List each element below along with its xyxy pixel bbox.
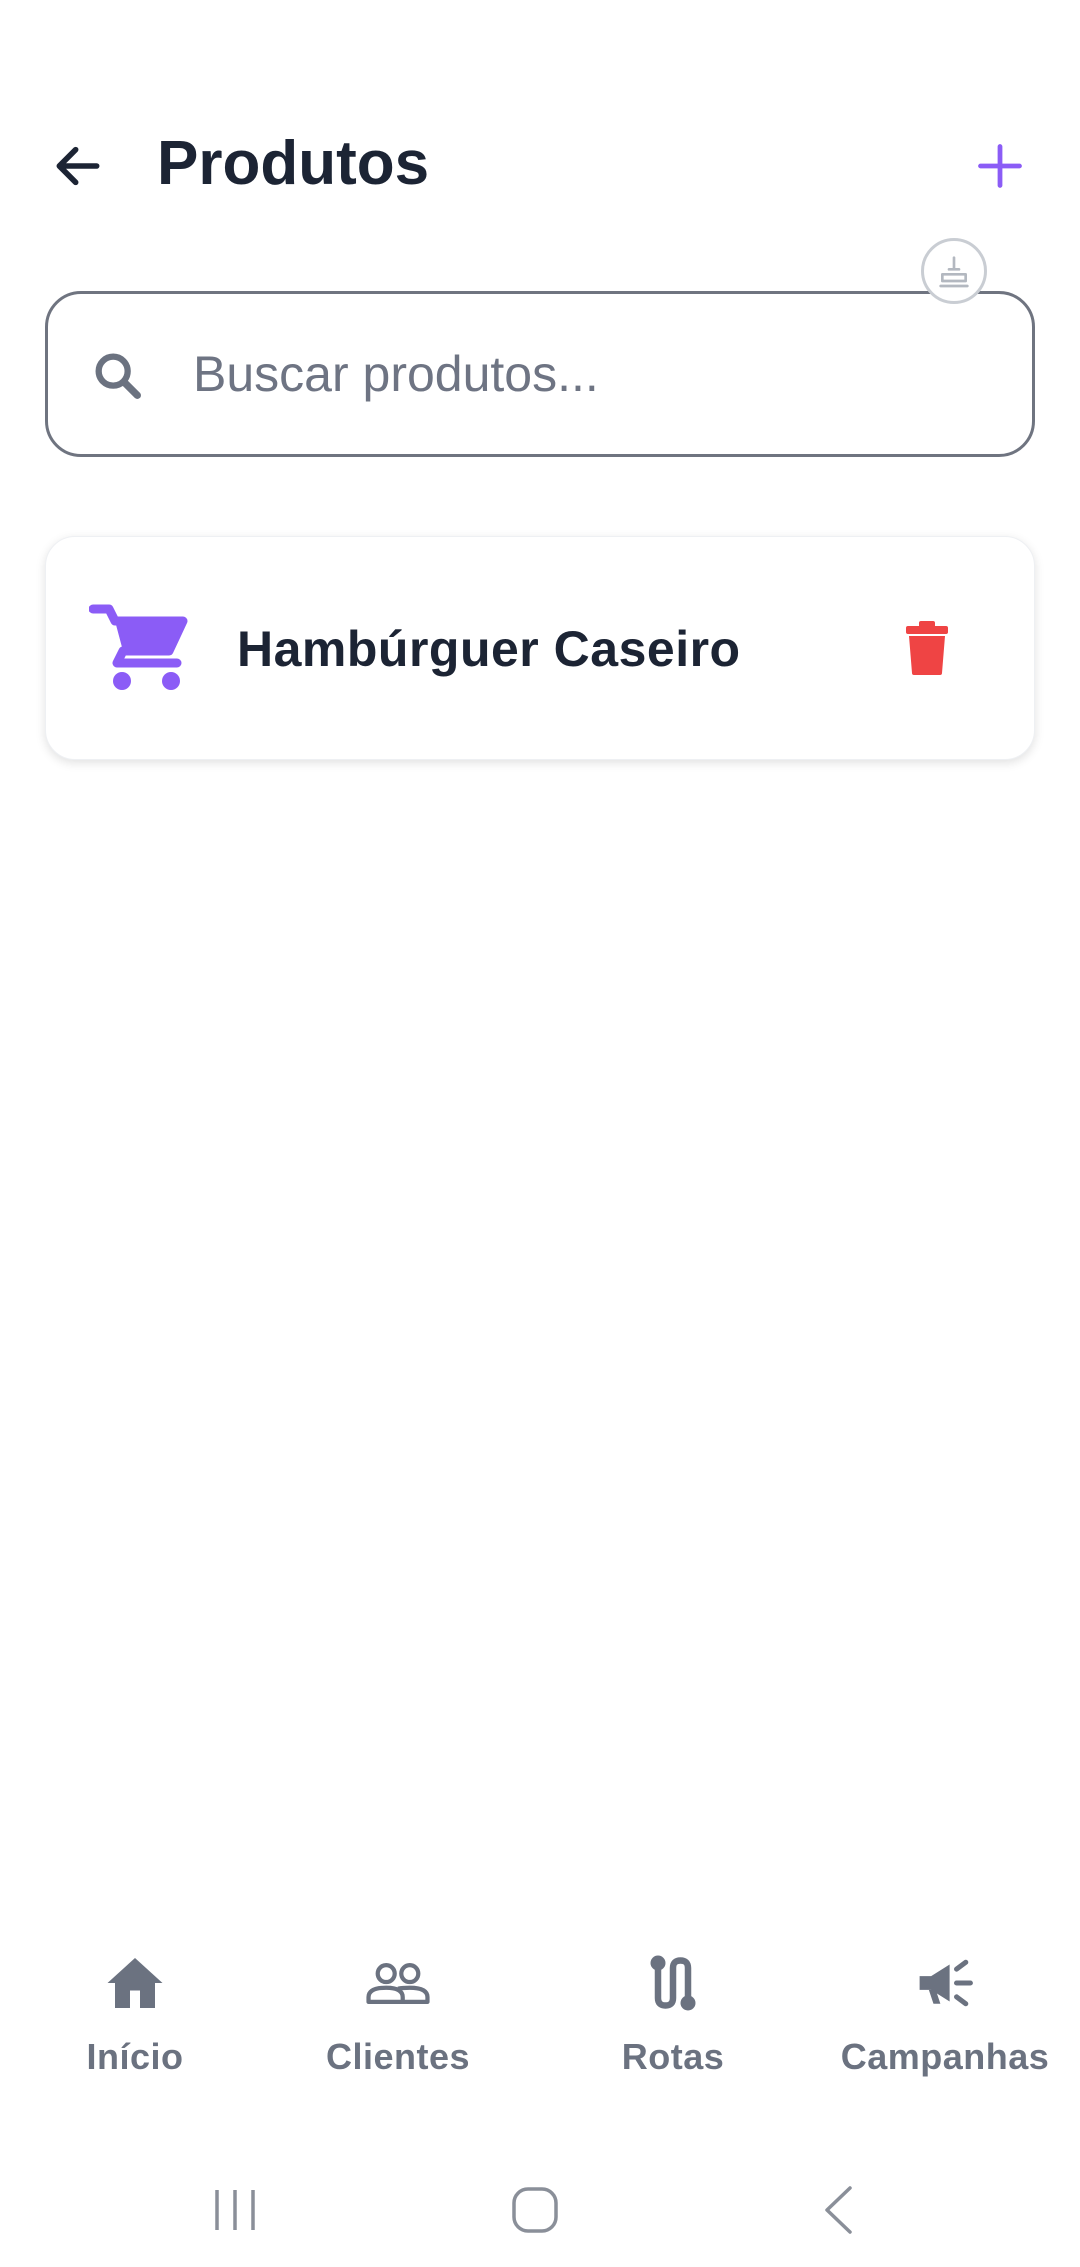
nav-item-campanhas[interactable]: Campanhas — [810, 1920, 1080, 2080]
nav-label-campanhas: Campanhas — [840, 2036, 1050, 2077]
home-system-button[interactable] — [490, 2170, 580, 2250]
search-input[interactable] — [193, 324, 993, 424]
megaphone-icon — [919, 1959, 973, 2007]
product-name: Hambúrguer Caseiro — [237, 621, 741, 677]
page-title: Produtos — [157, 129, 430, 198]
stamp-icon — [939, 256, 969, 288]
cart-icon — [88, 597, 189, 697]
add-product-button[interactable] — [964, 130, 1036, 202]
back-button[interactable] — [42, 130, 114, 202]
home-circle-icon — [512, 2187, 558, 2233]
arrow-left-icon — [56, 146, 100, 186]
back-chevron-icon — [825, 2186, 852, 2234]
product-card[interactable]: Hambúrguer Caseiro — [45, 536, 1035, 760]
system-navigation-bar — [0, 2160, 1080, 2267]
search-box[interactable] — [45, 291, 1035, 457]
users-icon — [366, 1962, 430, 2004]
trash-icon — [906, 621, 948, 675]
delete-product-button[interactable] — [886, 607, 968, 689]
app-header: Produtos — [0, 100, 1080, 230]
home-icon — [107, 1958, 163, 2008]
route-icon — [650, 1955, 696, 2011]
nav-label-clientes: Clientes — [325, 2036, 471, 2077]
bottom-navigation: Início Clientes Rotas Campanhas — [0, 1920, 1080, 2080]
floating-stamp-button[interactable] — [921, 238, 987, 304]
nav-item-rotas[interactable]: Rotas — [538, 1920, 808, 2080]
plus-icon — [978, 144, 1022, 188]
back-system-button[interactable] — [793, 2170, 883, 2250]
nav-label-rotas: Rotas — [621, 2036, 725, 2077]
nav-label-inicio: Início — [86, 2036, 184, 2077]
search-icon — [86, 344, 150, 408]
recent-apps-icon — [215, 2190, 255, 2230]
nav-item-clientes[interactable]: Clientes — [263, 1920, 533, 2080]
recent-apps-button[interactable] — [190, 2170, 280, 2250]
nav-item-inicio[interactable]: Início — [0, 1920, 270, 2080]
